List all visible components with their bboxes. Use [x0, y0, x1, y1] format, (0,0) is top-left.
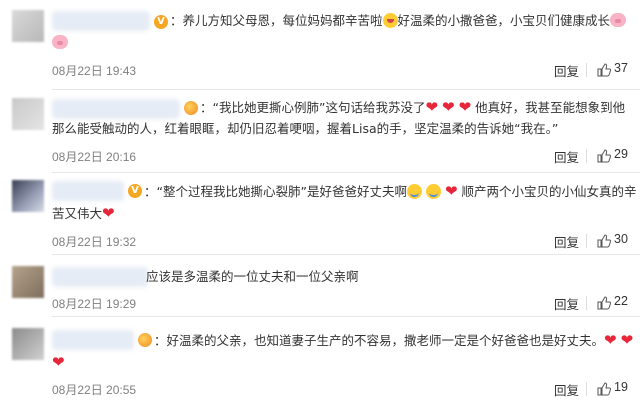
reply-button[interactable]: 回复 — [554, 232, 579, 251]
comment-item: V ：“整个过程我比她撕心裂肺”是好爸爸好丈夫啊 ❤ 顺产两个小宝贝的小仙女真的… — [0, 172, 640, 255]
heart-emoji: ❤ — [604, 331, 617, 349]
like-count: 37 — [614, 61, 628, 75]
timestamp: 08月22日 19:43 — [52, 64, 137, 78]
reply-button[interactable]: 回复 — [554, 61, 579, 80]
comment-list: V ：养儿方知父母恩，每位妈妈都辛苦啦 好温柔的小撒爸爸，小宝贝们健康成长 08月… — [0, 0, 640, 402]
thumbs-up-icon[interactable] — [597, 296, 611, 310]
timestamp: 08月22日 20:16 — [52, 150, 137, 164]
thumbs-up-icon[interactable] — [597, 149, 611, 163]
like-count: 29 — [614, 147, 628, 161]
heart-emoji: ❤ — [102, 204, 115, 222]
avatar[interactable] — [12, 180, 44, 212]
username-blurred[interactable] — [52, 99, 180, 119]
comment-text-line2: 苦又伟大❤ — [52, 204, 115, 222]
vip-badge-icon: V — [154, 15, 168, 29]
avatar[interactable] — [12, 98, 44, 130]
crying-face-emoji — [425, 184, 441, 199]
heart-emoji: ❤ — [425, 98, 439, 116]
comment-item: ：好温柔的父亲，也知道妻子生产的不容易，撒老师一定是个好爸爸也是好丈夫。❤ ❤ … — [0, 316, 640, 402]
username-blurred[interactable] — [52, 267, 148, 287]
like-count: 30 — [614, 232, 628, 246]
divider-vertical — [586, 382, 587, 396]
comment-item: 应该是多温柔的一位丈夫和一位父亲啊 08月22日 19:29 回复 22 — [0, 254, 640, 317]
reply-button[interactable]: 回复 — [554, 380, 579, 399]
like-count: 19 — [614, 380, 628, 394]
vip-badge-icon: V — [128, 184, 142, 198]
level-badge-icon — [138, 333, 152, 347]
avatar[interactable] — [12, 266, 44, 298]
level-badge-icon — [184, 101, 198, 115]
comment-text: ：养儿方知父母恩，每位妈妈都辛苦啦 好温柔的小撒爸爸，小宝贝们健康成长 — [170, 10, 627, 32]
divider-vertical — [586, 234, 587, 248]
avatar[interactable] — [12, 10, 44, 42]
comment-text: ：“我比她更撕心例肺”这句话给我苏没了❤ ❤ ❤ 他真好，我甚至能想象到他 — [200, 98, 626, 116]
username-blurred[interactable] — [52, 11, 150, 31]
reply-button[interactable]: 回复 — [554, 147, 579, 166]
thumbs-up-icon[interactable] — [597, 382, 611, 396]
timestamp: 08月22日 20:55 — [52, 383, 137, 397]
crying-face-emoji — [406, 184, 422, 199]
comment-item: ：“我比她更撕心例肺”这句话给我苏没了❤ ❤ ❤ 他真好，我甚至能想象到他 那么… — [0, 92, 640, 173]
pig-emoji — [52, 35, 68, 49]
comment-text: ：好温柔的父亲，也知道妻子生产的不容易，撒老师一定是个好爸爸也是好丈夫。❤ ❤ — [154, 331, 634, 349]
heart-emoji: ❤ — [52, 353, 65, 371]
divider-vertical — [586, 149, 587, 163]
timestamp: 08月22日 19:29 — [52, 297, 137, 311]
comment-text-line2: 那么能受触动的人，红着眼眶，却仍旧忍着哽咽，握着Lisa的手，坚定温柔的告诉她“… — [52, 121, 559, 136]
divider-vertical — [586, 296, 587, 310]
thumbs-up-icon[interactable] — [597, 63, 611, 77]
like-count: 22 — [614, 294, 628, 308]
heart-emoji: ❤ — [458, 98, 472, 116]
comment-text: 应该是多温柔的一位丈夫和一位父亲啊 — [146, 269, 359, 284]
heart-emoji: ❤ — [620, 331, 634, 349]
comment-text-wrap — [52, 32, 68, 54]
thumbs-up-icon[interactable] — [597, 234, 611, 248]
divider — [52, 89, 640, 90]
comment-text: ：“整个过程我比她撕心裂肺”是好爸爸好丈夫啊 ❤ 顺产两个小宝贝的小仙女真的辛 — [144, 182, 637, 200]
username-blurred[interactable] — [52, 181, 124, 201]
pig-emoji — [610, 13, 627, 27]
reply-button[interactable]: 回复 — [554, 294, 579, 313]
shy-face-emoji — [382, 13, 398, 28]
heart-emoji: ❤ — [444, 182, 458, 200]
comment-item: V ：养儿方知父母恩，每位妈妈都辛苦啦 好温柔的小撒爸爸，小宝贝们健康成长 08月… — [0, 0, 640, 92]
divider-vertical — [586, 63, 587, 77]
timestamp: 08月22日 19:32 — [52, 235, 137, 249]
heart-emoji: ❤ — [442, 98, 455, 116]
comment-text-wrap: ❤ — [52, 351, 65, 374]
username-blurred[interactable] — [52, 330, 134, 350]
avatar[interactable] — [12, 328, 44, 360]
